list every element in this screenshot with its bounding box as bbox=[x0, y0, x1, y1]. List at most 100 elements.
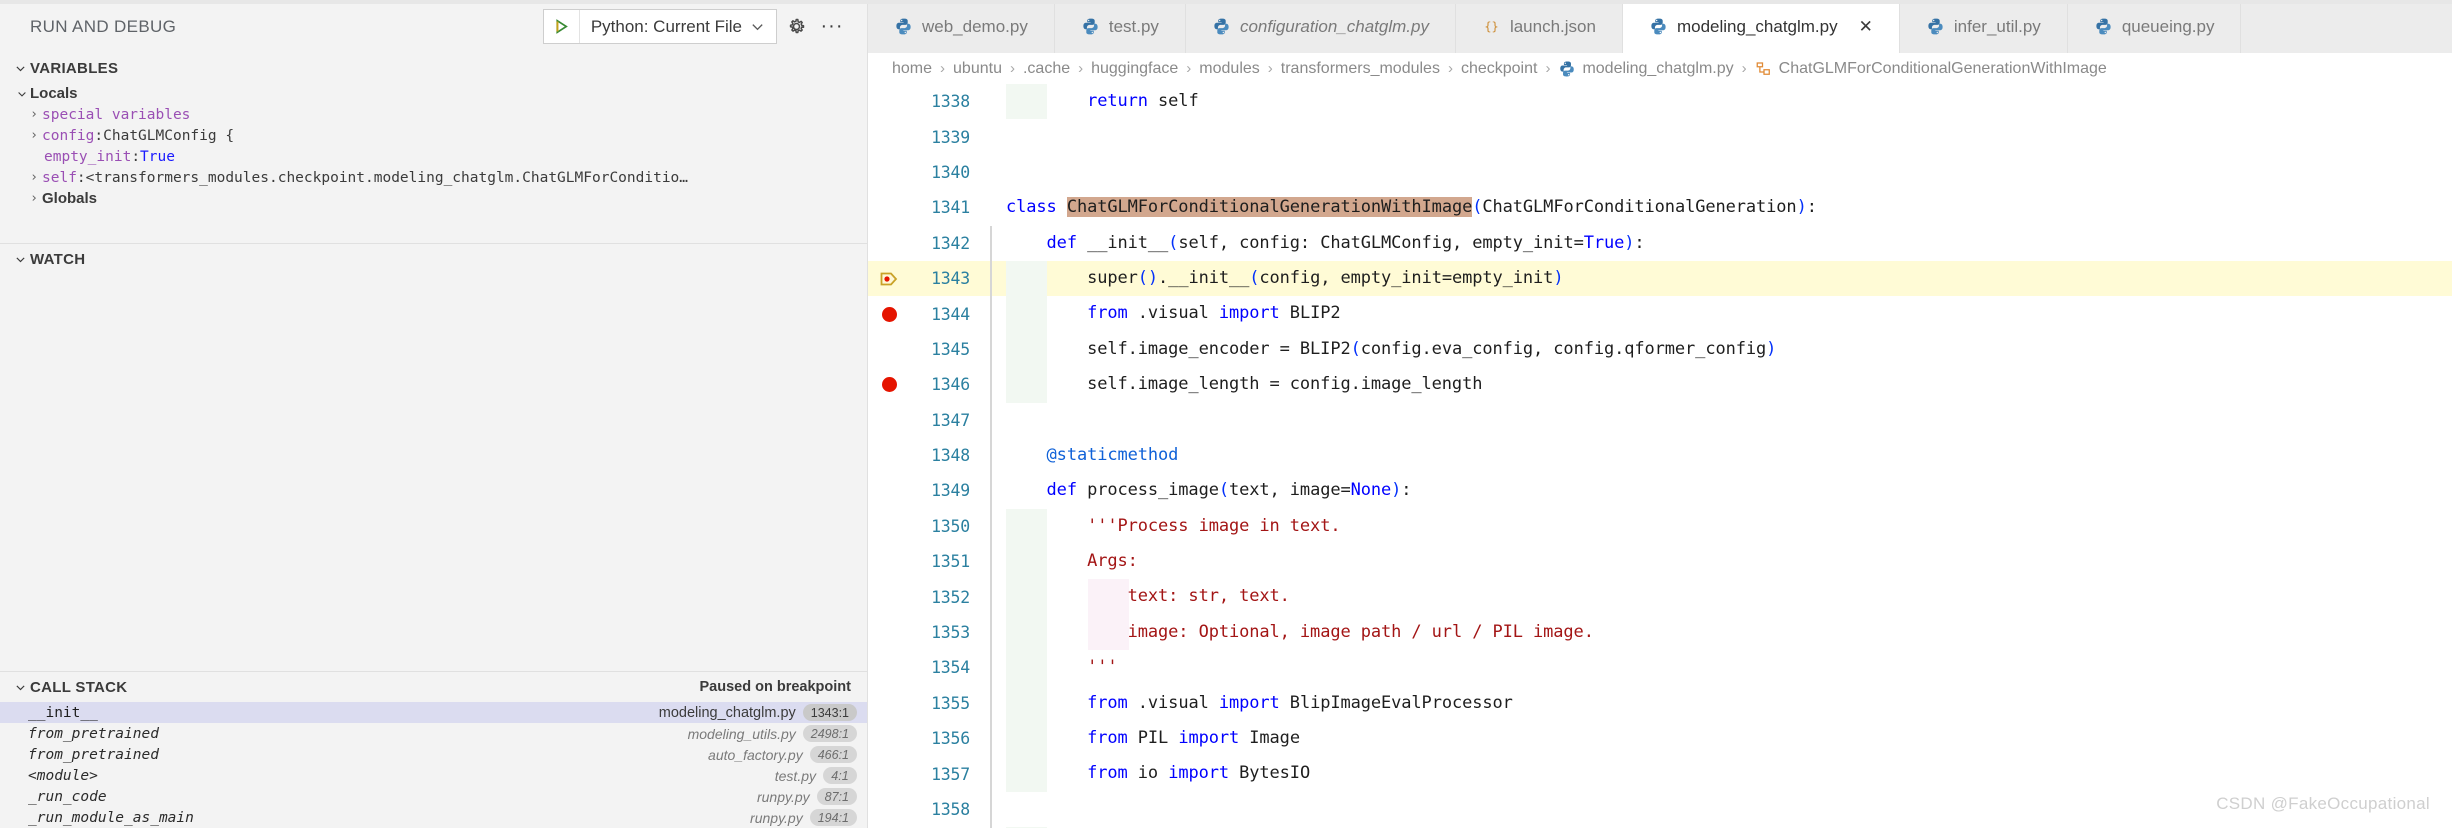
code-line[interactable]: 1353 image: Optional, image path / url /… bbox=[868, 614, 2452, 651]
breadcrumb-item[interactable]: ubuntu bbox=[953, 60, 1002, 78]
breakpoint-icon[interactable] bbox=[868, 377, 910, 393]
line-number: 1353 bbox=[931, 623, 970, 643]
code-line[interactable]: 1358 bbox=[868, 791, 2452, 828]
call-stack-section-header[interactable]: CALL STACK Paused on breakpoint bbox=[0, 672, 867, 702]
more-ellipsis-icon[interactable]: ··· bbox=[815, 9, 849, 44]
close-icon[interactable]: ✕ bbox=[1859, 17, 1873, 37]
code-line[interactable]: 1355 from .visual import BlipImageEvalPr… bbox=[868, 685, 2452, 722]
code-editor[interactable]: 1338 return self 1339 1340 1341 class ChatGL… bbox=[868, 84, 2452, 828]
play-triangle-icon[interactable] bbox=[544, 10, 580, 43]
call-stack-frame[interactable]: from_pretrained auto_factory.py 466:1 bbox=[0, 744, 867, 765]
window-top-strip bbox=[0, 0, 2452, 4]
code-text: text: str, text. bbox=[992, 579, 2452, 615]
tab-bar-filler bbox=[2241, 0, 2452, 53]
variable-row-globals[interactable]: › Globals bbox=[0, 188, 867, 209]
code-line[interactable]: 1349 def process_image(text, image=None)… bbox=[868, 473, 2452, 509]
code-text: return self bbox=[992, 84, 2452, 120]
breadcrumb-label: checkpoint bbox=[1460, 59, 1538, 77]
breadcrumb-separator: › bbox=[1267, 60, 1273, 77]
code-line[interactable]: 1348 @staticmethod bbox=[868, 437, 2452, 474]
frame-function: __init__ bbox=[28, 704, 98, 721]
editor-tab-modeling-chatglm-py[interactable]: modeling_chatglm.py ✕ bbox=[1622, 0, 1900, 53]
code-line[interactable]: 1354 ''' bbox=[868, 650, 2452, 686]
breadcrumb-separator: › bbox=[1186, 60, 1192, 77]
variable-row[interactable]: › config : ChatGLMConfig { bbox=[0, 125, 867, 146]
code-line[interactable]: 1351 Args: bbox=[868, 544, 2452, 580]
code-line[interactable]: 1352 text: str, text. bbox=[868, 579, 2452, 615]
tab-label: queueing.py bbox=[2121, 16, 2215, 36]
breadcrumb-item[interactable]: checkpoint bbox=[1461, 60, 1538, 78]
breadcrumb-label: ChatGLMForConditionalGenerationWithImage bbox=[1778, 59, 2107, 77]
code-line[interactable]: 1342 def __init__(self, config: ChatGLMC… bbox=[868, 225, 2452, 261]
line-number: 1345 bbox=[931, 339, 970, 359]
call-stack-frame[interactable]: from_pretrained modeling_utils.py 2498:1 bbox=[0, 723, 867, 744]
frame-position: 4:1 bbox=[823, 767, 857, 784]
code-line[interactable]: 1340 bbox=[868, 155, 2452, 190]
debug-configuration-select[interactable]: Python: Current File bbox=[542, 9, 777, 44]
breadcrumb-item[interactable]: modules bbox=[1199, 60, 1259, 78]
code-text: ''' bbox=[992, 650, 2452, 686]
code-line[interactable]: 1339 bbox=[868, 119, 2452, 154]
breadcrumb-item[interactable]: home bbox=[892, 60, 932, 78]
frame-function: from_pretrained bbox=[28, 725, 159, 742]
code-line[interactable]: 1347 bbox=[868, 402, 2452, 438]
breadcrumb-item[interactable]: .cache bbox=[1023, 60, 1070, 78]
current-execution-pointer-icon[interactable] bbox=[868, 269, 910, 289]
chevron-right-icon: › bbox=[30, 107, 38, 122]
python-file-icon bbox=[894, 17, 913, 36]
code-text: from .visual import BLIP2 bbox=[992, 296, 2452, 332]
variable-name: self bbox=[42, 169, 77, 186]
breakpoint-icon[interactable] bbox=[868, 306, 910, 322]
code-line[interactable]: 1357 from io import BytesIO bbox=[868, 756, 2452, 792]
editor-pane: web_demo.py test.py configuration_chatglm.… bbox=[868, 0, 2452, 828]
frame-function: <module> bbox=[28, 767, 98, 784]
code-line[interactable]: 1341 class ChatGLMForConditionalGeneratio… bbox=[868, 190, 2452, 225]
chevron-down-icon[interactable] bbox=[750, 19, 776, 34]
editor-tab-launch-json[interactable]: {} launch.json bbox=[1455, 0, 1623, 53]
variable-row[interactable]: › self : <transformers_modules.checkpoin… bbox=[0, 167, 867, 188]
breadcrumb-item[interactable]: modeling_chatglm.py bbox=[1558, 60, 1734, 78]
variables-section-header[interactable]: VARIABLES bbox=[0, 53, 867, 83]
variable-row[interactable]: › special variables bbox=[0, 104, 867, 125]
python-file-icon bbox=[1649, 17, 1668, 36]
gear-icon[interactable] bbox=[777, 9, 815, 44]
call-stack-frame[interactable]: <module> test.py 4:1 bbox=[0, 765, 867, 786]
frame-location: test.py 4:1 bbox=[775, 767, 857, 784]
python-file-icon bbox=[1558, 60, 1576, 78]
watch-section-header[interactable]: WATCH bbox=[0, 244, 867, 274]
call-stack-frame[interactable]: _run_module_as_main runpy.py 194:1 bbox=[0, 807, 867, 828]
tab-label: web_demo.py bbox=[922, 16, 1028, 36]
editor-tab-infer-util-py[interactable]: infer_util.py bbox=[1899, 0, 2068, 53]
editor-tab-queueing-py[interactable]: queueing.py bbox=[2067, 0, 2242, 53]
code-line[interactable]: 1346 self.image_length = config.image_le… bbox=[868, 367, 2452, 403]
line-number: 1338 bbox=[931, 92, 970, 112]
code-line[interactable]: 1338 return self bbox=[868, 84, 2452, 120]
editor-tab-test-py[interactable]: test.py bbox=[1054, 0, 1186, 53]
breadcrumb-item[interactable]: huggingface bbox=[1091, 60, 1178, 78]
breadcrumb-separator: › bbox=[1741, 60, 1747, 77]
line-number: 1341 bbox=[931, 198, 970, 218]
call-stack-frame[interactable]: __init__ modeling_chatglm.py 1343:1 bbox=[0, 702, 867, 723]
frame-function: _run_code bbox=[28, 788, 107, 805]
code-line[interactable]: 1345 self.image_encoder = BLIP2(config.e… bbox=[868, 331, 2452, 368]
code-line[interactable]: 1343 super().__init__(config, empty_init… bbox=[868, 260, 2452, 297]
breadcrumb-item[interactable]: ChatGLMForConditionalGenerationWithImage bbox=[1755, 60, 2107, 78]
code-line[interactable]: 1356 from PIL import Image bbox=[868, 721, 2452, 757]
call-stack-frame[interactable]: _run_code runpy.py 87:1 bbox=[0, 786, 867, 807]
line-number: 1350 bbox=[931, 516, 970, 536]
variable-value: True bbox=[140, 148, 175, 165]
variables-section-label: VARIABLES bbox=[30, 59, 119, 77]
code-line[interactable]: 1350 '''Process image in text. bbox=[868, 508, 2452, 545]
variable-row[interactable]: empty_init : True bbox=[0, 146, 867, 167]
variables-scope-locals[interactable]: Locals bbox=[0, 83, 867, 104]
editor-tab-configuration-chatglm-py[interactable]: configuration_chatglm.py bbox=[1185, 0, 1456, 53]
call-stack-section-label: CALL STACK bbox=[30, 678, 128, 696]
code-line[interactable]: 1344 from .visual import BLIP2 bbox=[868, 296, 2452, 332]
debug-configuration-label: Python: Current File bbox=[590, 16, 742, 36]
page-title: RUN AND DEBUG bbox=[30, 16, 177, 36]
editor-tab-web-demo-py[interactable]: web_demo.py bbox=[868, 0, 1055, 53]
tab-label: test.py bbox=[1108, 16, 1159, 36]
breadcrumb-item[interactable]: transformers_modules bbox=[1281, 60, 1440, 78]
